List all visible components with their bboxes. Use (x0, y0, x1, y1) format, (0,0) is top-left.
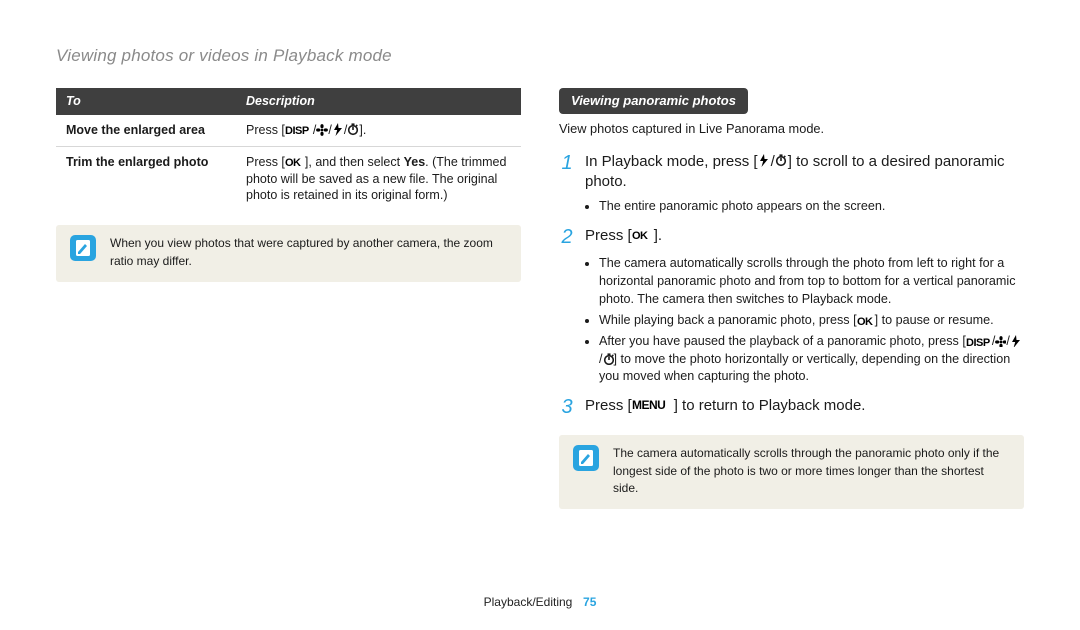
col-to: To (56, 88, 236, 115)
flash-icon (758, 154, 771, 168)
list-item: The entire panoramic photo appears on th… (599, 198, 1024, 216)
footer-section: Playback/Editing (484, 595, 573, 609)
section-intro: View photos captured in Live Panorama mo… (559, 120, 1024, 137)
note-box-right: The camera automatically scrolls through… (559, 435, 1024, 509)
row-trim-desc: Press [], and then select Yes. (The trim… (236, 146, 521, 211)
note-box-left: When you view photos that were captured … (56, 225, 521, 282)
note-icon (573, 445, 599, 471)
footer-page-number: 75 (583, 595, 596, 609)
note-text: The camera automatically scrolls through… (613, 445, 1010, 497)
ok-icon (632, 229, 654, 242)
right-column: Viewing panoramic photos View photos cap… (559, 88, 1024, 509)
timer-icon (603, 353, 614, 365)
step-1: 1 In Playback mode, press [/] to scroll … (559, 152, 1024, 193)
page-footer: Playback/Editing 75 (0, 594, 1080, 610)
row-move-label: Move the enlarged area (56, 115, 236, 146)
list-item: While playing back a panoramic photo, pr… (599, 312, 1024, 330)
flash-icon (332, 123, 344, 136)
step-2-text: Press []. (585, 226, 662, 249)
two-column-layout: To Description Move the enlarged area Pr… (56, 88, 1024, 509)
table-row: Move the enlarged area Press [///]. (56, 115, 521, 146)
step-3: 3 Press [] to return to Playback mode. (559, 396, 1024, 419)
step-1-text: In Playback mode, press [/] to scroll to… (585, 152, 1024, 193)
page-title: Viewing photos or videos in Playback mod… (56, 45, 1024, 68)
table-row: Trim the enlarged photo Press [], and th… (56, 146, 521, 211)
left-column: To Description Move the enlarged area Pr… (56, 88, 521, 509)
step-number: 3 (559, 396, 575, 419)
step-2-sublist: The camera automatically scrolls through… (559, 255, 1024, 386)
actions-table: To Description Move the enlarged area Pr… (56, 88, 521, 211)
step-3-text: Press [] to return to Playback mode. (585, 396, 865, 419)
col-description: Description (236, 88, 521, 115)
step-1-sublist: The entire panoramic photo appears on th… (559, 198, 1024, 216)
note-icon (70, 235, 96, 261)
macro-icon (316, 124, 328, 136)
row-move-desc: Press [///]. (236, 115, 521, 146)
note-text: When you view photos that were captured … (110, 235, 507, 270)
timer-icon (775, 154, 788, 168)
disp-icon (966, 336, 992, 347)
step-number: 1 (559, 152, 575, 193)
list-item: After you have paused the playback of a … (599, 333, 1024, 387)
timer-icon (347, 123, 359, 136)
flash-icon (1010, 335, 1021, 347)
menu-icon (632, 398, 674, 412)
step-2: 2 Press []. (559, 226, 1024, 249)
step-number: 2 (559, 226, 575, 249)
disp-icon (285, 124, 313, 136)
macro-icon (995, 336, 1006, 347)
page: Viewing photos or videos in Playback mod… (0, 0, 1080, 509)
list-item: The camera automatically scrolls through… (599, 255, 1024, 309)
section-heading-pill: Viewing panoramic photos (559, 88, 748, 115)
ok-icon (857, 315, 875, 326)
steps-list: 1 In Playback mode, press [/] to scroll … (559, 152, 1024, 420)
ok-icon (285, 156, 305, 168)
row-trim-label: Trim the enlarged photo (56, 146, 236, 211)
